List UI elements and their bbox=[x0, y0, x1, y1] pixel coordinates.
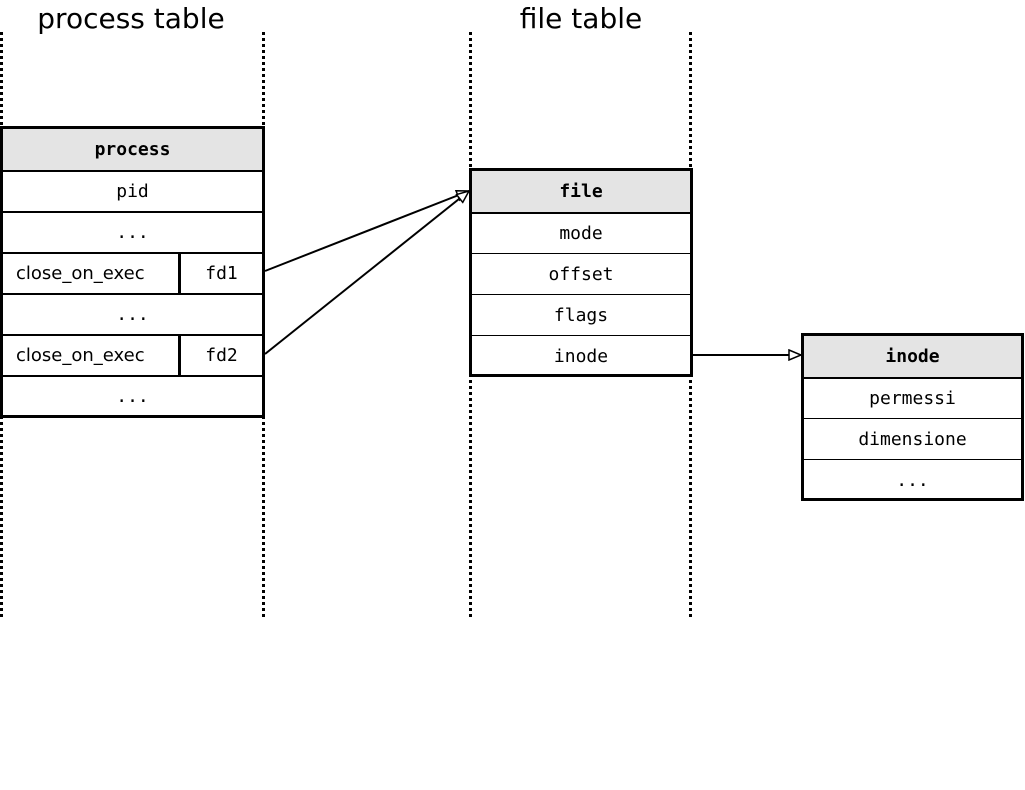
diagram-canvas: process table file table process pid ...… bbox=[0, 0, 1025, 790]
fd2-to-file-arrow bbox=[264, 191, 469, 355]
fd1-to-file-arrow bbox=[264, 191, 469, 272]
pointer-arrows bbox=[264, 0, 1025, 790]
